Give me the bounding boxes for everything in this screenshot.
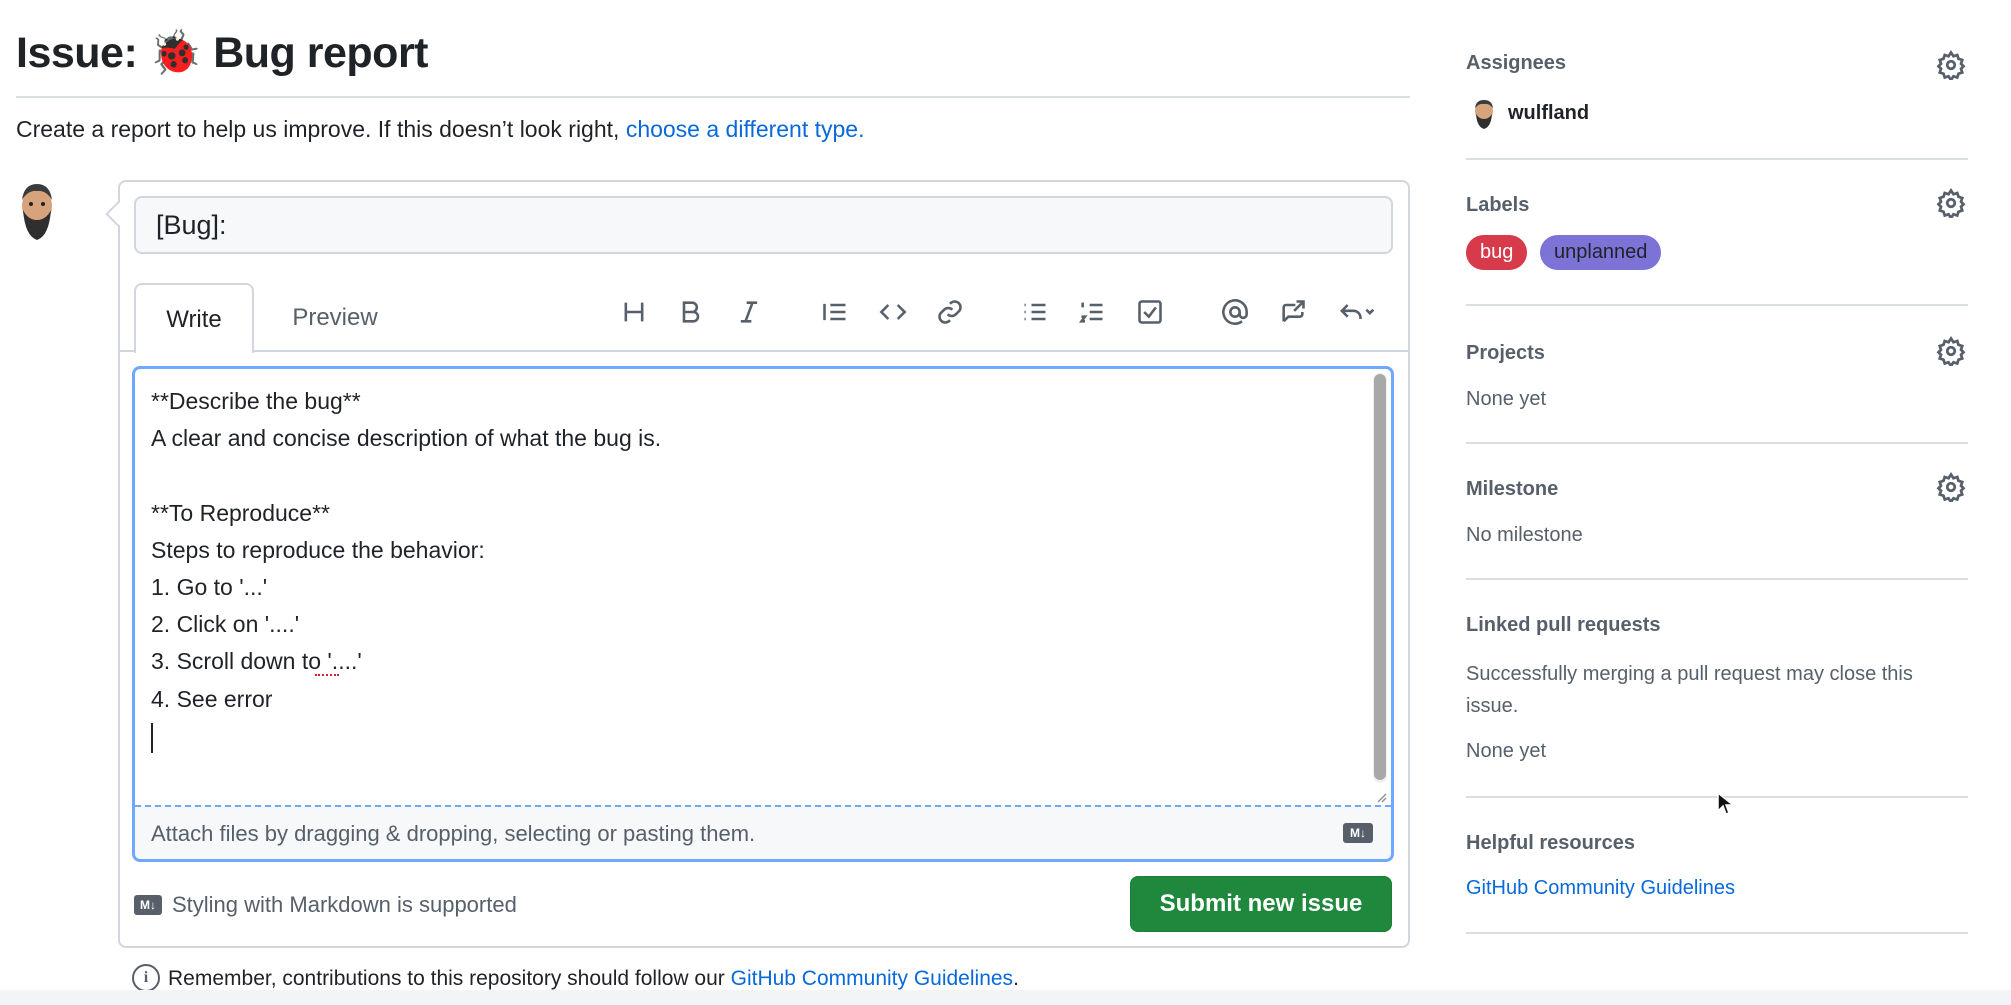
- tab-preview[interactable]: Preview: [270, 283, 400, 352]
- mention-icon[interactable]: [1217, 294, 1253, 330]
- assignee-avatar: [1475, 100, 1493, 129]
- label-bug[interactable]: bug: [1466, 235, 1528, 270]
- intro-sentence: Create a report to help us improve. If t…: [16, 116, 626, 142]
- choose-different-type-link[interactable]: choose a different type.: [626, 116, 865, 142]
- contribution-reminder: Remember, contributions to this reposito…: [168, 967, 1019, 991]
- submit-new-issue-button[interactable]: Submit new issue: [1130, 876, 1392, 932]
- bold-icon[interactable]: [673, 294, 709, 330]
- link-icon[interactable]: [932, 294, 968, 330]
- intro-text: Create a report to help us improve. If t…: [16, 116, 865, 143]
- sidebar-divider: [1466, 304, 1968, 306]
- community-guidelines-link[interactable]: GitHub Community Guidelines: [731, 967, 1013, 990]
- assignees-gear-icon[interactable]: [1936, 50, 1966, 83]
- editor-scrollbar-thumb[interactable]: [1374, 374, 1386, 780]
- labels-heading[interactable]: Labels: [1466, 194, 1529, 217]
- milestone-value: No milestone: [1466, 524, 1583, 546]
- cross-reference-icon[interactable]: [1275, 294, 1311, 330]
- reminder-end: .: [1013, 967, 1019, 990]
- title-prefix: Issue:: [16, 29, 138, 77]
- info-icon: i: [132, 964, 160, 992]
- bulleted-list-icon[interactable]: [1017, 294, 1053, 330]
- markdown-support-note[interactable]: Styling with Markdown is supported: [172, 892, 517, 918]
- assignee-username[interactable]: wulfland: [1508, 102, 1589, 125]
- community-guidelines-sidebar-link[interactable]: GitHub Community Guidelines: [1466, 877, 1735, 900]
- spellcheck-underline: [315, 672, 339, 676]
- sidebar-divider: [1466, 158, 1968, 160]
- sidebar-divider: [1466, 578, 1968, 580]
- projects-value: None yet: [1466, 388, 1547, 410]
- ladybug-icon: 🐞: [148, 29, 203, 77]
- issue-body-text[interactable]: **Describe the bug** A clear and concise…: [151, 383, 661, 718]
- tab-write[interactable]: Write: [134, 283, 254, 353]
- milestone-heading[interactable]: Milestone: [1466, 478, 1558, 501]
- sidebar-divider: [1466, 932, 1968, 934]
- projects-gear-icon[interactable]: [1936, 336, 1966, 369]
- task-list-icon[interactable]: [1132, 294, 1168, 330]
- issue-body-editor[interactable]: **Describe the bug** A clear and concise…: [132, 366, 1394, 862]
- linked-prs-value: None yet: [1466, 740, 1547, 762]
- text-caret: [151, 723, 153, 753]
- labels-gear-icon[interactable]: [1936, 188, 1966, 221]
- assignees-heading[interactable]: Assignees: [1466, 52, 1566, 75]
- resize-grip-icon[interactable]: [1373, 789, 1387, 803]
- page-title: Issue: 🐞 Bug report: [16, 28, 429, 78]
- issue-title-input[interactable]: [134, 196, 1393, 254]
- quote-icon[interactable]: [817, 294, 853, 330]
- label-unplanned[interactable]: unplanned: [1540, 235, 1662, 270]
- numbered-list-icon[interactable]: [1074, 294, 1110, 330]
- sidebar-divider: [1466, 442, 1968, 444]
- page-bottom-edge: [0, 990, 2011, 1005]
- reply-icon[interactable]: [1332, 294, 1382, 330]
- user-avatar: [22, 184, 52, 240]
- title-divider: [16, 96, 1410, 98]
- markdown-icon[interactable]: M↓: [134, 895, 162, 915]
- markdown-icon[interactable]: M↓: [1343, 823, 1373, 843]
- attach-files-text: Attach files by dragging & dropping, sel…: [151, 821, 756, 846]
- linked-prs-heading: Linked pull requests: [1466, 614, 1661, 636]
- italic-icon[interactable]: [731, 294, 767, 330]
- code-icon[interactable]: [875, 294, 911, 330]
- title-text: Bug report: [213, 29, 429, 77]
- projects-heading[interactable]: Projects: [1466, 342, 1545, 365]
- linked-prs-description: Successfully merging a pull request may …: [1466, 663, 1913, 717]
- helpful-resources-heading: Helpful resources: [1466, 832, 1635, 854]
- milestone-gear-icon[interactable]: [1936, 472, 1966, 505]
- mouse-pointer-icon: [1717, 791, 1734, 815]
- reminder-text: Remember, contributions to this reposito…: [168, 967, 731, 990]
- attach-files-bar[interactable]: Attach files by dragging & dropping, sel…: [135, 805, 1391, 859]
- heading-icon[interactable]: [616, 294, 652, 330]
